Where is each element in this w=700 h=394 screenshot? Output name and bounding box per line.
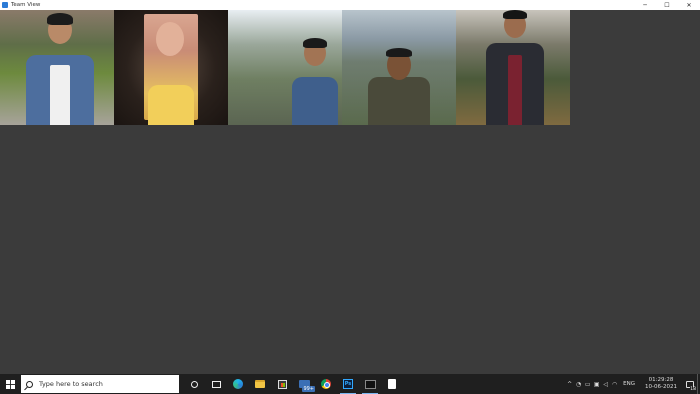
photo-tile-5[interactable]	[456, 10, 570, 125]
photo-tile-3[interactable]	[228, 10, 342, 125]
folder-icon	[255, 380, 265, 388]
person-figure	[290, 10, 340, 125]
window-controls: ─ ☐ ✕	[634, 0, 700, 10]
taskbar-file-explorer[interactable]	[249, 374, 271, 394]
language-indicator[interactable]: ENG	[623, 381, 635, 387]
window-title-bar: Team View ─ ☐ ✕	[0, 0, 700, 10]
search-placeholder: Type here to search	[39, 380, 103, 388]
photo-tile-2[interactable]	[114, 10, 228, 125]
app-icon	[2, 2, 8, 8]
terminal-icon	[364, 379, 376, 389]
photo-tile-4[interactable]	[342, 10, 456, 125]
windows-logo-icon	[5, 379, 15, 389]
task-view-icon	[211, 380, 221, 388]
close-button[interactable]: ✕	[678, 0, 700, 10]
photoshop-icon: Ps	[343, 379, 353, 389]
cortana-icon	[190, 380, 198, 388]
maximize-button[interactable]: ☐	[656, 0, 678, 10]
edge-icon	[233, 379, 243, 389]
clock[interactable]: 01:29:28 10-06-2021	[645, 377, 677, 391]
taskbar-apps: 99+ Ps	[183, 374, 403, 394]
window-title: Team View	[11, 2, 41, 8]
cortana-button[interactable]	[183, 374, 205, 394]
clock-time: 01:29:28	[648, 377, 674, 383]
system-tray: ^ ◔ ▭ ▣ ◁ ◠ ENG 01:29:28 10-06-2021 18	[565, 374, 700, 394]
battery-icon[interactable]: ▭	[583, 374, 592, 394]
network-icon[interactable]: ◔	[574, 374, 583, 394]
taskbar-chrome[interactable]	[315, 374, 337, 394]
person-figure	[482, 10, 548, 125]
taskbar-store[interactable]	[271, 374, 293, 394]
taskbar-edge[interactable]	[227, 374, 249, 394]
wifi-icon[interactable]: ◠	[610, 374, 619, 394]
photo-strip	[0, 10, 570, 125]
search-icon	[26, 380, 33, 388]
photo-tile-1[interactable]	[0, 10, 114, 125]
taskbar: Type here to search 99+ Ps ^ ◔ ▭ ▣ ◁ ◠ E…	[0, 374, 700, 394]
notification-center-button[interactable]: 18	[683, 374, 697, 394]
document-icon	[388, 379, 396, 389]
minimize-button[interactable]: ─	[634, 0, 656, 10]
taskbar-photoshop[interactable]: Ps	[337, 374, 359, 394]
store-icon	[277, 379, 287, 389]
taskbar-mail[interactable]: 99+	[293, 374, 315, 394]
notification-count: 18	[690, 387, 696, 392]
person-figure	[144, 10, 198, 125]
chrome-icon	[321, 379, 331, 389]
person-figure	[20, 10, 100, 125]
chevron-up-icon[interactable]: ^	[565, 374, 574, 394]
taskbar-terminal[interactable]	[359, 374, 381, 394]
person-figure	[368, 10, 430, 125]
taskbar-document[interactable]	[381, 374, 403, 394]
start-button[interactable]	[0, 374, 20, 394]
mail-badge: 99+	[302, 386, 315, 392]
task-view-button[interactable]	[205, 374, 227, 394]
taskbar-search-box[interactable]: Type here to search	[21, 375, 179, 393]
security-icon[interactable]: ▣	[592, 374, 601, 394]
volume-icon[interactable]: ◁	[601, 374, 610, 394]
clock-date: 10-06-2021	[645, 384, 677, 390]
